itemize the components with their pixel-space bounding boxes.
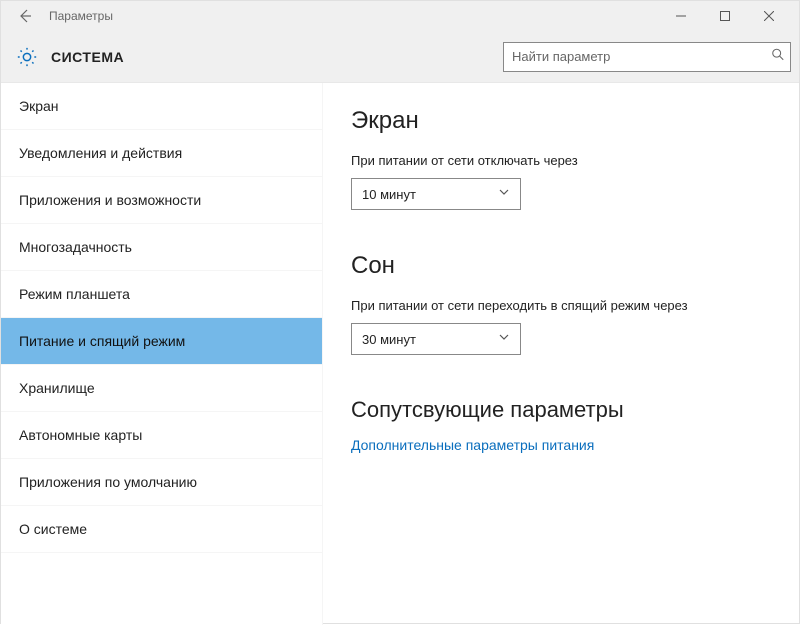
sidebar-item-label: Приложения по умолчанию bbox=[19, 474, 197, 490]
screen-off-dropdown[interactable]: 10 минут bbox=[351, 178, 521, 210]
sidebar-item-multitasking[interactable]: Многозадачность bbox=[1, 224, 322, 271]
sidebar-item-offline-maps[interactable]: Автономные карты bbox=[1, 412, 322, 459]
maximize-button[interactable] bbox=[703, 1, 747, 31]
main-panel: Экран При питании от сети отключать чере… bbox=[323, 83, 799, 625]
header-bar: СИСТЕМА bbox=[1, 31, 799, 83]
screen-heading: Экран bbox=[351, 107, 771, 135]
sidebar-item-storage[interactable]: Хранилище bbox=[1, 365, 322, 412]
arrow-left-icon bbox=[17, 8, 33, 24]
sidebar-item-label: Экран bbox=[19, 98, 59, 114]
minimize-button[interactable] bbox=[659, 1, 703, 31]
screen-off-label: При питании от сети отключать через bbox=[351, 153, 771, 168]
sleep-value: 30 минут bbox=[362, 332, 416, 347]
sidebar-item-default-apps[interactable]: Приложения по умолчанию bbox=[1, 459, 322, 506]
related-settings-heading: Сопутсвующие параметры bbox=[351, 397, 771, 423]
screen-off-value: 10 минут bbox=[362, 187, 416, 202]
gear-icon bbox=[16, 46, 38, 68]
sidebar-item-about[interactable]: О системе bbox=[1, 506, 322, 553]
sidebar-item-notifications[interactable]: Уведомления и действия bbox=[1, 130, 322, 177]
minimize-icon bbox=[676, 11, 686, 21]
close-icon bbox=[764, 11, 774, 21]
window-title: Параметры bbox=[49, 9, 113, 23]
section-title: СИСТЕМА bbox=[51, 49, 124, 65]
sidebar-item-label: Уведомления и действия bbox=[19, 145, 182, 161]
chevron-down-icon bbox=[498, 330, 510, 348]
sidebar-item-display[interactable]: Экран bbox=[1, 83, 322, 130]
search-input[interactable] bbox=[503, 42, 791, 72]
sidebar: Экран Уведомления и действия Приложения … bbox=[1, 83, 323, 625]
sidebar-item-label: Многозадачность bbox=[19, 239, 132, 255]
back-button[interactable] bbox=[9, 1, 41, 31]
close-button[interactable] bbox=[747, 1, 791, 31]
maximize-icon bbox=[720, 11, 730, 21]
sidebar-item-label: Приложения и возможности bbox=[19, 192, 201, 208]
sidebar-item-label: Режим планшета bbox=[19, 286, 130, 302]
content-area: Экран Уведомления и действия Приложения … bbox=[1, 83, 799, 625]
sleep-label: При питании от сети переходить в спящий … bbox=[351, 298, 771, 313]
titlebar: Параметры bbox=[1, 1, 799, 31]
sidebar-item-tablet-mode[interactable]: Режим планшета bbox=[1, 271, 322, 318]
chevron-down-icon bbox=[498, 185, 510, 203]
sidebar-item-power-sleep[interactable]: Питание и спящий режим bbox=[1, 318, 322, 365]
sidebar-item-apps-features[interactable]: Приложения и возможности bbox=[1, 177, 322, 224]
sidebar-item-label: О системе bbox=[19, 521, 87, 537]
sidebar-item-label: Автономные карты bbox=[19, 427, 142, 443]
sidebar-item-label: Хранилище bbox=[19, 380, 95, 396]
additional-power-settings-link[interactable]: Дополнительные параметры питания bbox=[351, 437, 771, 453]
sidebar-item-label: Питание и спящий режим bbox=[19, 333, 185, 349]
search-wrap bbox=[503, 42, 791, 72]
sleep-dropdown[interactable]: 30 минут bbox=[351, 323, 521, 355]
sleep-heading: Сон bbox=[351, 252, 771, 280]
system-section-icon bbox=[15, 45, 39, 69]
window-controls bbox=[659, 1, 791, 31]
